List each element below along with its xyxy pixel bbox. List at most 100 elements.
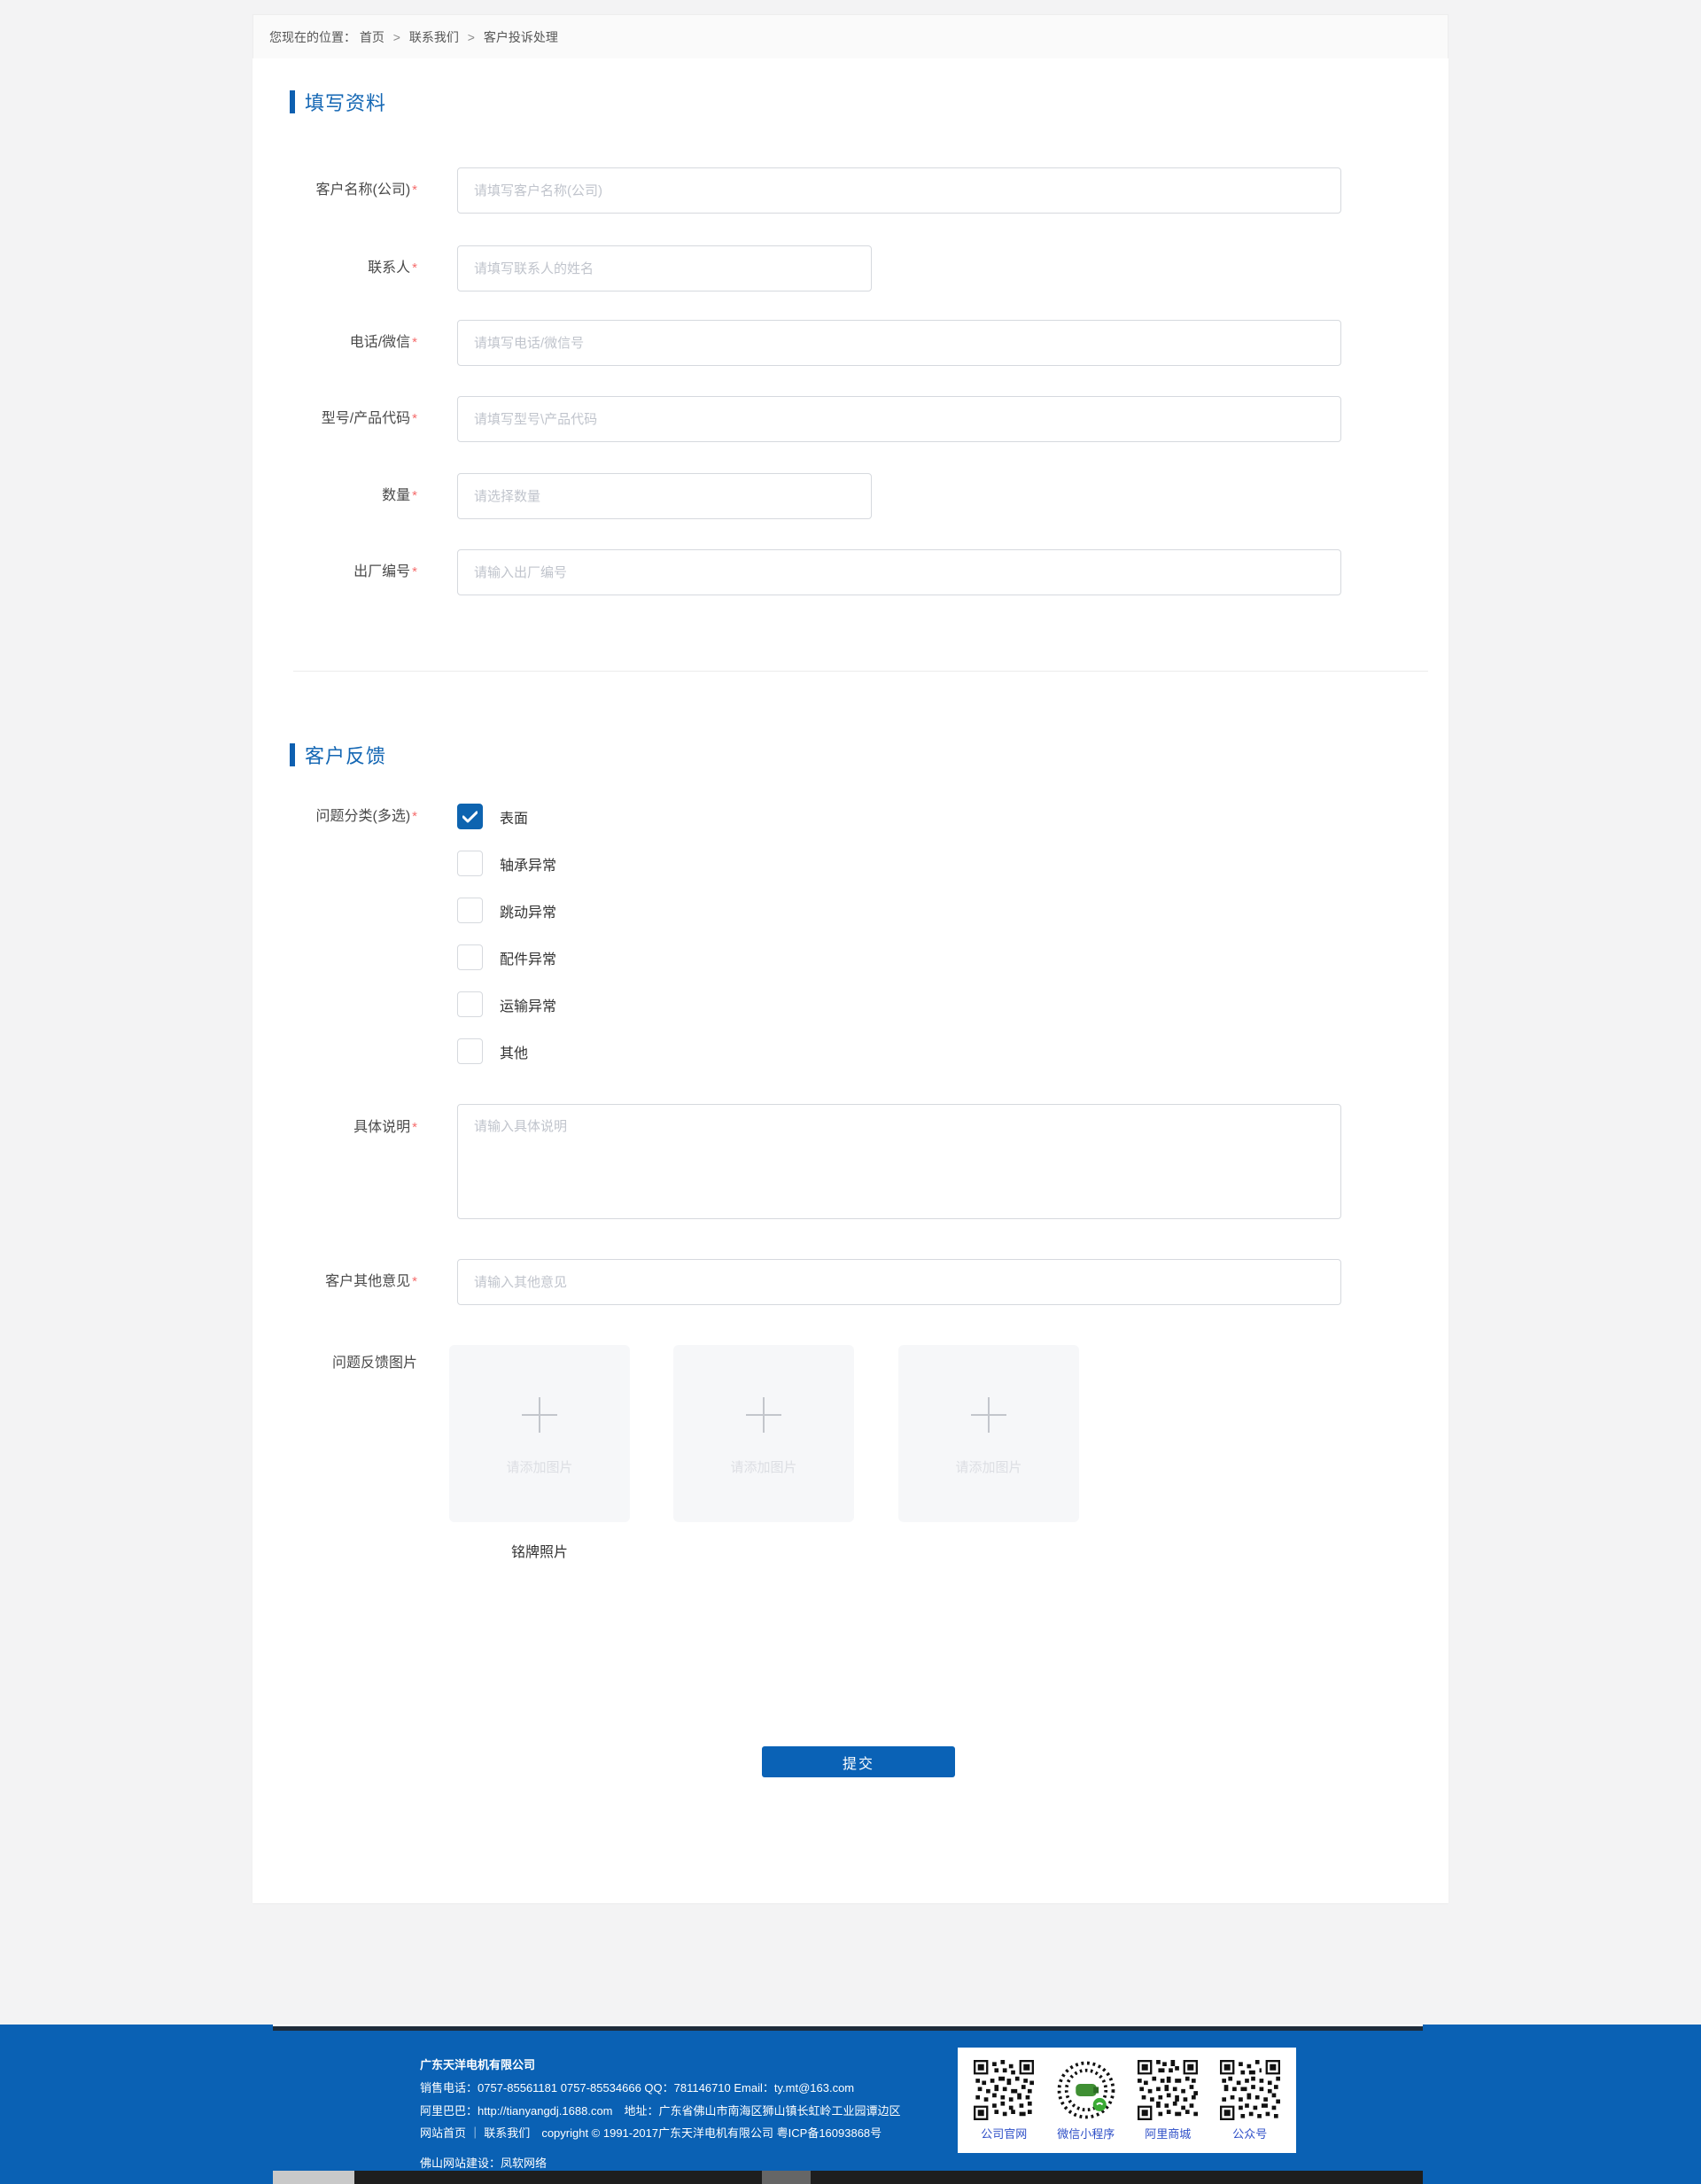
problem-checkbox-4[interactable] xyxy=(457,991,483,1017)
upload-hint-text: 请添加图片 xyxy=(955,1457,1021,1476)
problem-option-label: 轴承异常 xyxy=(500,853,556,874)
qr-cell-alimall: 阿里商城 xyxy=(1138,2060,1198,2141)
breadcrumb-separator: > xyxy=(393,30,400,44)
qr-cell-miniprogram: 微信小程序 xyxy=(1056,2060,1116,2141)
qr-cell-website: 公司官网 xyxy=(974,2060,1034,2141)
footer-copyright-line: 网站首页 ｜ 联系我们 copyright © 1991-2017广东天洋电机有… xyxy=(420,2124,882,2141)
phone-wechat-input[interactable] xyxy=(457,320,1341,366)
footer-address: 地址：广东省佛山市南海区狮山镇长虹岭工业园谭边区 xyxy=(613,2104,901,2118)
problem-option-row[interactable]: 表面 xyxy=(457,804,556,829)
model-code-input[interactable] xyxy=(457,396,1341,442)
other-opinion-input[interactable] xyxy=(457,1259,1341,1305)
submit-button[interactable]: 提交 xyxy=(762,1746,955,1777)
problem-category-label: 问题分类(多选)* xyxy=(252,804,417,829)
required-asterisk: * xyxy=(412,183,417,198)
problem-option-label: 跳动异常 xyxy=(500,900,556,921)
problem-option-row[interactable]: 跳动异常 xyxy=(457,898,556,923)
footer-alibaba-line: 阿里巴巴：http://tianyangdj.1688.com 地址：广东省佛山… xyxy=(420,2102,901,2118)
required-asterisk: * xyxy=(412,488,417,503)
breadcrumb-current: 客户投诉处理 xyxy=(484,30,558,44)
breadcrumb-contact-link[interactable]: 联系我们 xyxy=(409,30,459,44)
footer-link-divider: ｜ xyxy=(470,2126,481,2140)
customer-name-input[interactable] xyxy=(457,167,1341,214)
required-asterisk: * xyxy=(412,1274,417,1289)
required-asterisk: * xyxy=(412,260,417,276)
qr-code-official-account-icon xyxy=(1220,2060,1280,2120)
form-card: 填写资料 客户名称(公司)* 联系人* 电话/微信* 型号/产品代码* 数量* … xyxy=(252,58,1449,1903)
footer-company-name: 广东天洋电机有限公司 xyxy=(420,2056,535,2072)
qr-label: 公众号 xyxy=(1232,2125,1267,2141)
upload-box-1[interactable]: 请添加图片 xyxy=(449,1345,630,1522)
section-title-text: 填写资料 xyxy=(305,88,386,116)
factory-number-input[interactable] xyxy=(457,549,1341,595)
form-row-phone-wechat: 电话/微信* xyxy=(252,320,1449,366)
title-accent-bar xyxy=(290,743,295,766)
footer-copyright: copyright © 1991-2017广东天洋电机有限公司 粤ICP备160… xyxy=(541,2126,882,2140)
scrollbar-thumb[interactable] xyxy=(273,2171,354,2184)
footer: 广东天洋电机有限公司 销售电话：0757-85561181 0757-85534… xyxy=(0,2025,1701,2184)
problem-option-row[interactable]: 轴承异常 xyxy=(457,851,556,876)
alibaba-url-link[interactable]: http://tianyangdj.1688.com xyxy=(478,2104,613,2118)
footer-top-strip xyxy=(273,2025,1423,2031)
contact-person-label: 联系人* xyxy=(252,245,417,291)
problem-checkbox-0[interactable] xyxy=(457,804,483,829)
nameplate-caption: 铭牌照片 xyxy=(449,1540,630,1561)
qr-label: 公司官网 xyxy=(981,2125,1027,2141)
upload-hint-text: 请添加图片 xyxy=(506,1457,572,1476)
breadcrumb-separator: > xyxy=(468,30,475,44)
upload-box-2[interactable]: 请添加图片 xyxy=(673,1345,854,1522)
problem-option-row[interactable]: 运输异常 xyxy=(457,991,556,1017)
footer-inner: 广东天洋电机有限公司 销售电话：0757-85561181 0757-85534… xyxy=(252,2025,1449,2184)
footer-contact-link[interactable]: 联系我们 xyxy=(484,2126,530,2140)
customer-name-label: 客户名称(公司)* xyxy=(252,167,417,214)
scrollbar-segment xyxy=(762,2171,811,2184)
contact-person-input[interactable] xyxy=(457,245,872,291)
footer-home-link[interactable]: 网站首页 xyxy=(420,2126,466,2140)
problem-checkbox-1[interactable] xyxy=(457,851,483,876)
problem-checkbox-2[interactable] xyxy=(457,898,483,923)
builder-label: 佛山网站建设： xyxy=(420,2157,501,2170)
detail-textarea[interactable] xyxy=(457,1104,1341,1219)
problem-option-row[interactable]: 配件异常 xyxy=(457,944,556,970)
detail-label: 具体说明* xyxy=(252,1104,417,1138)
problem-category-group: 表面 轴承异常 跳动异常 配件异常 运输异常 其他 xyxy=(457,804,556,1085)
qr-panel: 公司官网 微信小程序 xyxy=(958,2048,1296,2153)
problem-option-label: 运输异常 xyxy=(500,994,556,1015)
alibaba-label: 阿里巴巴： xyxy=(420,2104,478,2118)
checkmark-icon xyxy=(462,811,478,823)
other-opinion-label: 客户其他意见* xyxy=(252,1259,417,1305)
form-row-model-code: 型号/产品代码* xyxy=(252,396,1449,442)
qr-cell-official-account: 公众号 xyxy=(1220,2060,1280,2141)
problem-option-label: 其他 xyxy=(500,1041,528,1062)
quantity-input[interactable] xyxy=(457,473,872,519)
problem-option-row[interactable]: 其他 xyxy=(457,1038,556,1064)
form-row-quantity: 数量* xyxy=(252,473,1449,519)
breadcrumb-home-link[interactable]: 首页 xyxy=(360,30,384,44)
qr-label: 微信小程序 xyxy=(1057,2125,1115,2141)
factory-number-label: 出厂编号* xyxy=(252,549,417,595)
form-row-factory-number: 出厂编号* xyxy=(252,549,1449,595)
phone-wechat-label: 电话/微信* xyxy=(252,320,417,366)
title-accent-bar xyxy=(290,90,295,113)
qr-label: 阿里商城 xyxy=(1145,2125,1191,2141)
problem-checkbox-3[interactable] xyxy=(457,944,483,970)
builder-name-link[interactable]: 凤软网络 xyxy=(501,2157,547,2170)
problem-option-label: 表面 xyxy=(500,806,528,828)
quantity-label: 数量* xyxy=(252,473,417,519)
problem-checkbox-5[interactable] xyxy=(457,1038,483,1064)
required-asterisk: * xyxy=(412,411,417,426)
qr-code-alimall-icon xyxy=(1138,2060,1198,2120)
required-asterisk: * xyxy=(412,1120,417,1135)
problem-option-label: 配件异常 xyxy=(500,947,556,968)
plus-icon xyxy=(966,1392,1012,1438)
qr-code-miniprogram-icon xyxy=(1056,2060,1116,2120)
form-row-contact-person: 联系人* xyxy=(252,245,1449,291)
required-asterisk: * xyxy=(412,564,417,579)
upload-box-3[interactable]: 请添加图片 xyxy=(898,1345,1079,1522)
footer-sales-line: 销售电话：0757-85561181 0757-85534666 QQ：7811… xyxy=(420,2079,854,2095)
qr-code-website-icon xyxy=(974,2060,1034,2120)
breadcrumb: 您现在的位置： 首页 > 联系我们 > 客户投诉处理 xyxy=(252,14,1449,58)
upload-hint-text: 请添加图片 xyxy=(730,1457,796,1476)
model-code-label: 型号/产品代码* xyxy=(252,396,417,442)
section-title-info: 填写资料 xyxy=(290,88,386,116)
